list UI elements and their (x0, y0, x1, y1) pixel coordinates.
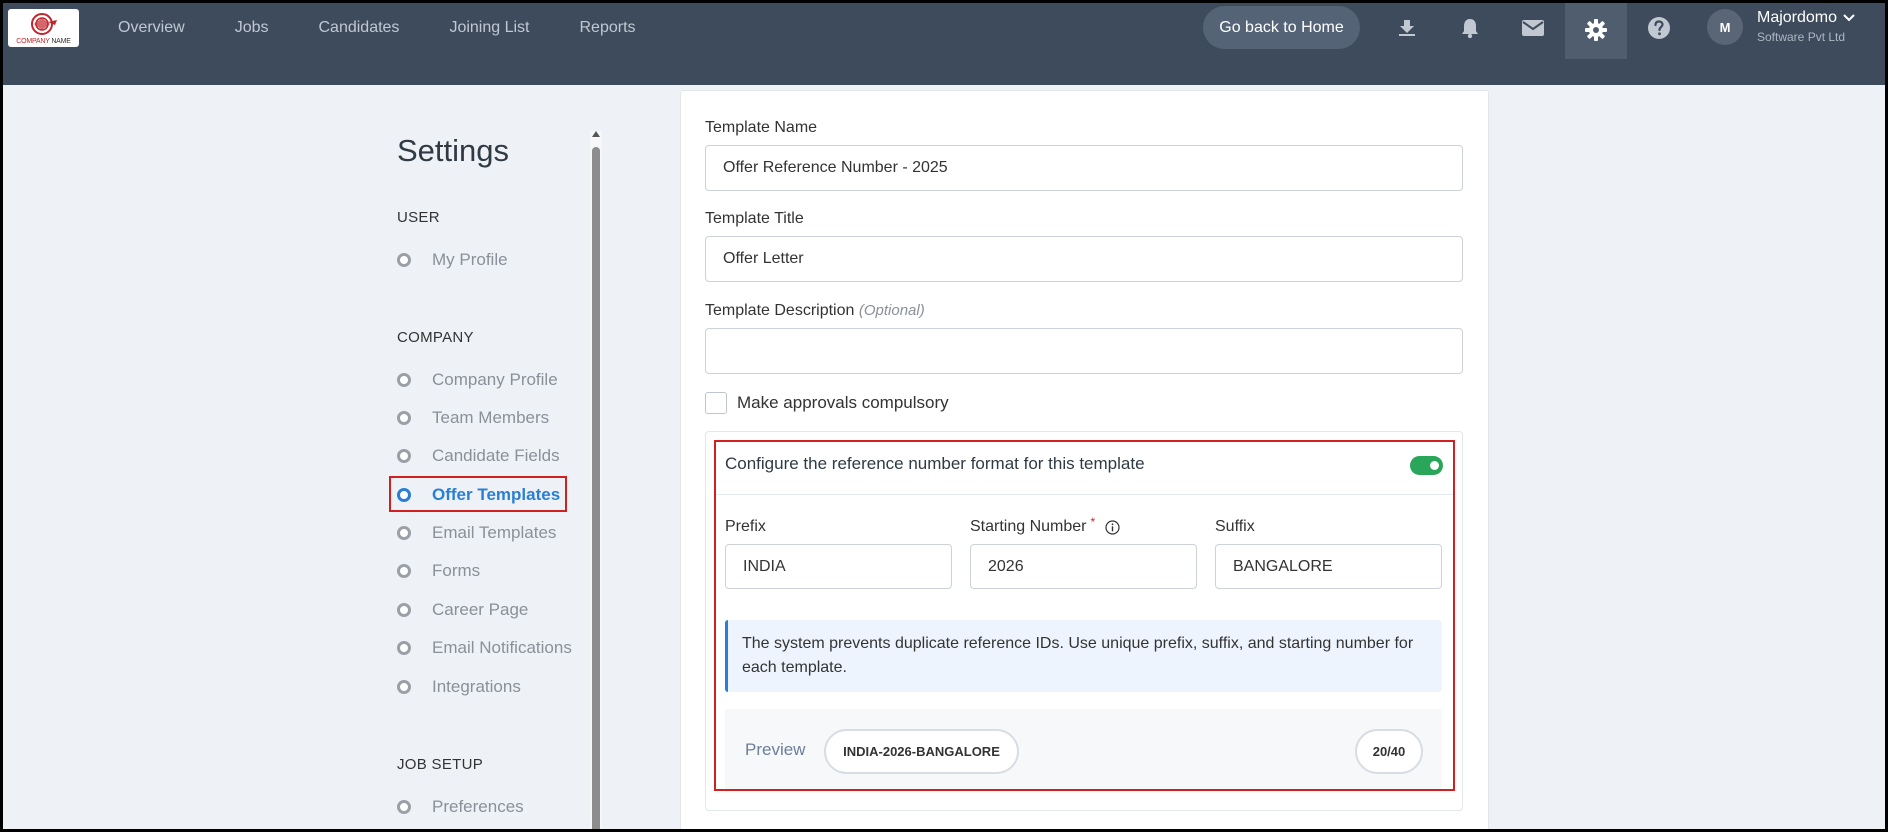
preview-label: Preview (745, 740, 806, 759)
help-button[interactable] (1628, 0, 1690, 56)
radio-icon (397, 800, 411, 814)
download-icon (1399, 20, 1415, 36)
template-description-label: Template Description (Optional) (705, 302, 925, 320)
sidebar-item-label: Offer Templates (432, 485, 561, 504)
suffix-input[interactable] (1215, 544, 1442, 589)
scroll-up-arrow-icon[interactable] (592, 131, 600, 137)
logo-mark-icon (31, 13, 57, 35)
divider (716, 494, 1454, 495)
sidebar-item-email-templates[interactable]: Email Templates (397, 519, 556, 547)
section-label-user: USER (397, 209, 440, 226)
sidebar-item-label: Team Members (432, 408, 550, 427)
suffix-label: Suffix (1215, 518, 1255, 535)
radio-icon (397, 641, 411, 655)
radio-icon (397, 449, 411, 463)
sidebar-item-label: Company Profile (432, 370, 558, 389)
logo-text: COMPANY NAME (16, 38, 71, 45)
sidebar-item-label: Email Templates (432, 523, 557, 542)
sidebar-item-candidate-fields[interactable]: Candidate Fields (397, 442, 560, 470)
help-icon (1648, 17, 1670, 39)
user-name: Majordomo (1757, 9, 1838, 26)
approvals-checkbox-row[interactable]: Make approvals compulsory (705, 392, 949, 414)
template-name-label: Template Name (705, 119, 818, 136)
template-name-input[interactable] (705, 145, 1463, 191)
sidebar-item-career-page[interactable]: Career Page (397, 596, 528, 624)
sidebar-item-company-profile[interactable]: Company Profile (397, 366, 558, 394)
radio-icon (397, 488, 411, 502)
section-label-company: COMPANY (397, 329, 474, 346)
reference-preview-pill: INDIA-2026-BANGALORE (824, 729, 1019, 774)
sidebar-item-email-notifications[interactable]: Email Notifications (397, 634, 572, 662)
required-marker: * (1090, 515, 1096, 529)
radio-icon (397, 411, 411, 425)
sidebar-item-label: Integrations (432, 677, 521, 696)
starting-number-input[interactable] (970, 544, 1197, 589)
reference-config-title: Configure the reference number format fo… (725, 454, 1145, 473)
nav-joining-list[interactable]: Joining List (449, 19, 529, 37)
sidebar-item-offer-templates[interactable]: Offer Templates (397, 481, 560, 509)
nav-overview[interactable]: Overview (118, 19, 185, 37)
sidebar-item-forms[interactable]: Forms (397, 557, 480, 585)
radio-icon (397, 253, 411, 267)
template-description-input[interactable] (705, 328, 1463, 374)
page-title: Settings (397, 133, 510, 168)
info-icon[interactable] (1105, 519, 1120, 535)
sidebar-item-my-profile[interactable]: My Profile (397, 246, 508, 274)
prefix-label: Prefix (725, 518, 766, 535)
top-navigation-bar: COMPANY NAME Overview Jobs Candidates Jo… (0, 0, 1888, 85)
radio-icon (397, 564, 411, 578)
main-nav: Overview Jobs Candidates Joining List Re… (118, 0, 686, 56)
avatar[interactable]: M (1707, 9, 1743, 45)
go-back-home-button[interactable]: Go back to Home (1203, 6, 1360, 49)
sidebar-item-label: Email Notifications (432, 638, 572, 657)
settings-button[interactable] (1565, 0, 1627, 59)
sidebar-item-label: Preferences (432, 797, 524, 816)
duplicate-id-notice: The system prevents duplicate reference … (725, 620, 1442, 692)
user-menu[interactable]: Majordomo (1757, 9, 1855, 27)
radio-icon (397, 526, 411, 540)
notifications-button[interactable] (1439, 0, 1501, 56)
gear-icon (1585, 18, 1607, 41)
sidebar-item-label: Candidate Fields (432, 446, 560, 465)
sidebar-item-label: My Profile (432, 250, 508, 269)
download-button[interactable] (1376, 0, 1438, 56)
sidebar-scrollbar[interactable] (590, 131, 602, 832)
nav-candidates[interactable]: Candidates (318, 19, 399, 37)
section-label-job-setup: JOB SETUP (397, 756, 484, 773)
radio-icon (397, 603, 411, 617)
messages-button[interactable] (1502, 0, 1564, 56)
approvals-label: Make approvals compulsory (737, 393, 949, 412)
sidebar-item-label: Career Page (432, 600, 529, 619)
nav-jobs[interactable]: Jobs (235, 19, 269, 37)
company-logo[interactable]: COMPANY NAME (8, 9, 79, 47)
chevron-down-icon (1843, 14, 1855, 22)
starting-number-label: Starting Number * (970, 515, 1120, 536)
scroll-thumb[interactable] (592, 147, 600, 832)
nav-reports[interactable]: Reports (579, 19, 635, 37)
template-title-label: Template Title (705, 210, 804, 227)
character-count-pill: 20/40 (1355, 729, 1423, 774)
sidebar-item-preferences[interactable]: Preferences (397, 793, 524, 821)
radio-icon (397, 373, 411, 387)
starting-number-label-text: Starting Number (970, 518, 1087, 535)
template-title-input[interactable] (705, 236, 1463, 282)
sidebar-item-team-members[interactable]: Team Members (397, 404, 549, 432)
bell-icon (1462, 19, 1478, 39)
reference-format-toggle[interactable] (1410, 456, 1443, 475)
optional-hint: (Optional) (858, 302, 925, 319)
template-description-label-text: Template Description (705, 302, 855, 319)
user-company: Software Pvt Ltd (1757, 30, 1846, 44)
sidebar-item-label: Forms (432, 561, 481, 580)
mail-icon (1522, 20, 1544, 36)
radio-icon (397, 680, 411, 694)
approvals-checkbox[interactable] (705, 392, 727, 414)
sidebar-item-integrations[interactable]: Integrations (397, 673, 521, 701)
prefix-input[interactable] (725, 544, 952, 589)
